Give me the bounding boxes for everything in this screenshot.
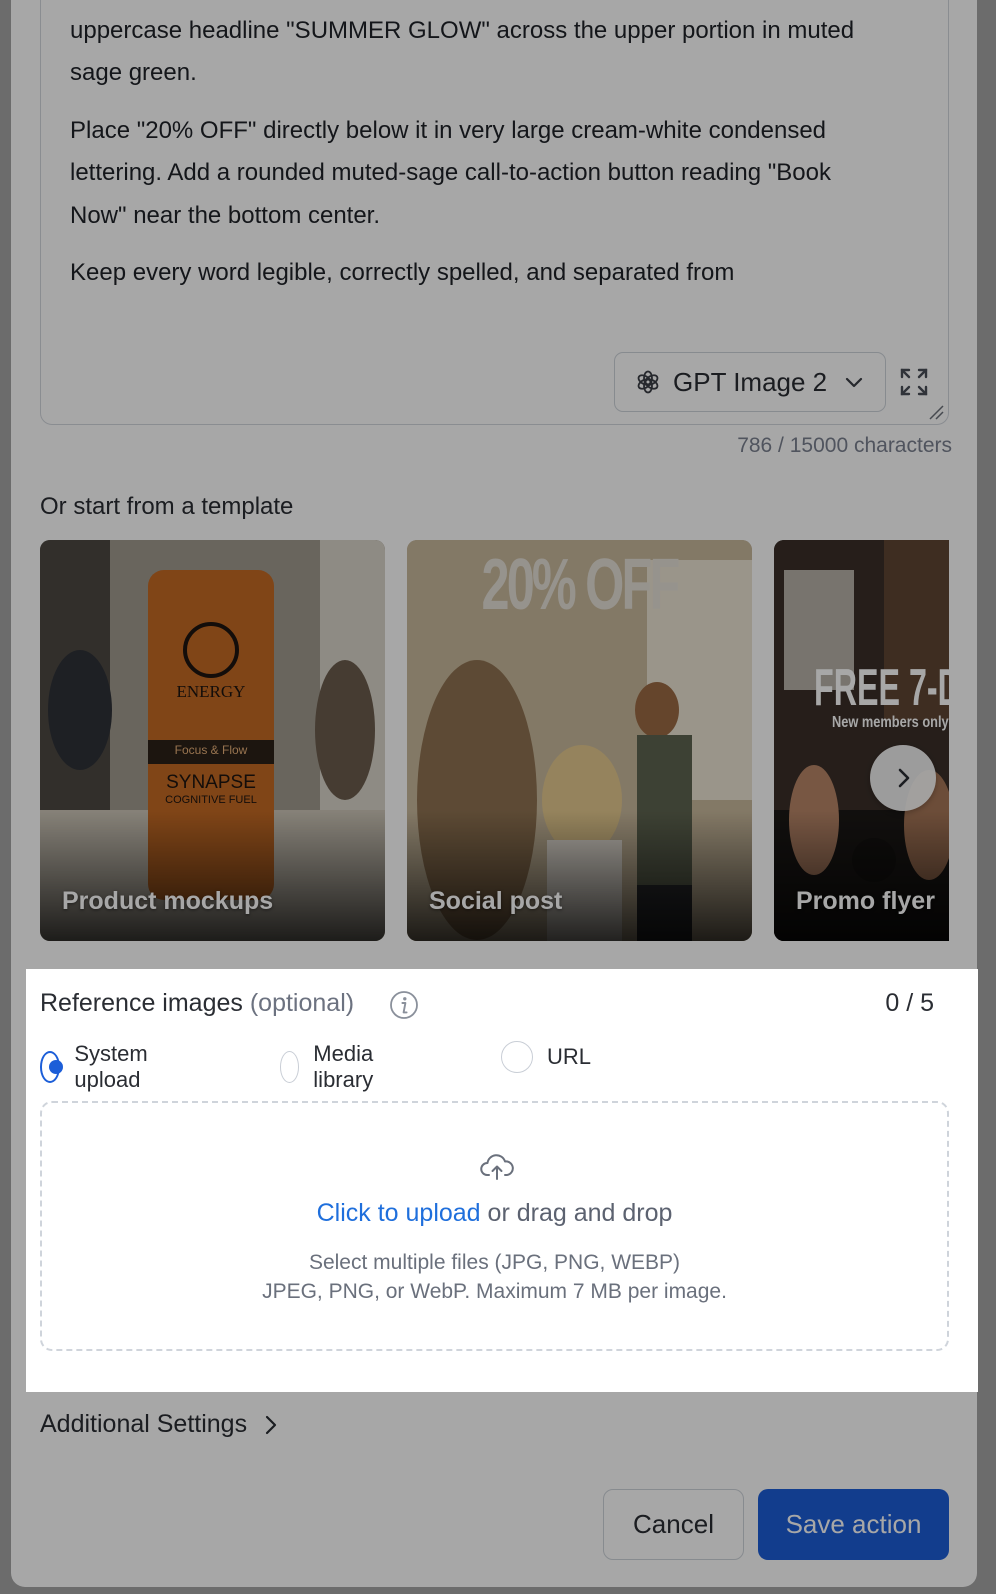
radio-url[interactable]: URL [501,1041,591,1073]
radio-circle [280,1051,300,1083]
prompt-textarea[interactable]: background to make the salon feel active… [40,0,949,425]
additional-settings-toggle[interactable]: Additional Settings [40,1410,281,1439]
can-subtitle-text: COGNITIVE FUEL [165,794,257,806]
template-card-caption: Social post [429,887,563,915]
chevron-right-icon [898,768,910,788]
promo-headline: FREE 7-DA [814,659,949,717]
can-tagline-text: Focus & Flow [174,743,248,757]
upload-hint-size: JPEG, PNG, or WebP. Maximum 7 MB per ima… [262,1280,727,1303]
radio-circle [501,1041,533,1073]
char-counter: 786 / 15000 characters [737,434,952,457]
template-card-social-post[interactable]: 20% OFF Social post [407,540,752,941]
chevron-down-icon [845,377,863,388]
upload-dropzone[interactable]: Click to upload or drag and drop Select … [40,1101,949,1351]
template-card-promo-flyer[interactable]: FREE 7-DA New members only Promo flyer [774,540,949,941]
radio-system-upload[interactable]: System upload [40,1041,159,1093]
prompt-paragraph: background to make the salon feel active… [70,0,855,86]
optional-label: (optional) [249,989,355,1017]
reference-images-title: Reference images (optional) [40,989,354,1018]
template-card-caption: Product mockups [62,887,274,915]
template-card-product-mockups[interactable]: ENERGY Focus & Flow SYNAPSE COGNITIVE FU… [40,540,385,941]
expand-icon[interactable] [899,367,929,397]
radio-circle [40,1051,64,1083]
promo-subhead: New members only [832,714,949,731]
reference-images-section: Reference images (optional) 0 / 5 System… [26,969,978,1392]
radio-label: URL [547,1044,592,1069]
prompt-paragraph: Place "20% OFF" directly below it in ver… [70,116,832,229]
prompt-text: background to make the salon feel active… [70,0,870,310]
can-product-text: SYNAPSE [166,772,256,793]
template-card-caption: Promo flyer [796,887,935,915]
upload-instructions-rest: or drag and drop [480,1199,673,1227]
carousel-next-button[interactable] [870,745,936,811]
model-select[interactable]: GPT Image 2 [614,352,886,412]
cancel-button[interactable]: Cancel [603,1489,744,1560]
additional-settings-label: Additional Settings [40,1410,248,1438]
radio-media-library[interactable]: Media library [280,1041,386,1093]
info-icon[interactable] [389,990,419,1020]
upload-instructions: Click to upload or drag and drop [42,1199,947,1228]
reference-count: 0 / 5 [885,989,934,1017]
social-post-headline: 20% OFF [481,545,680,625]
openai-icon [637,370,659,394]
template-section-title: Or start from a template [40,493,294,520]
model-select-label: GPT Image 2 [673,366,828,397]
chevron-right-icon [265,1415,277,1434]
card-shade [40,811,385,941]
resize-handle-icon[interactable] [928,404,944,420]
radio-label: Media library [313,1041,374,1092]
card-shade [407,811,752,941]
click-to-upload-link[interactable]: Click to upload [317,1199,481,1227]
reference-images-label: Reference images [40,989,243,1017]
radio-label: System upload [74,1041,148,1092]
cloud-upload-icon [480,1154,514,1180]
card-shade [774,811,949,941]
prompt-paragraph: Keep every word legible, correctly spell… [70,259,735,286]
save-action-button[interactable]: Save action [758,1489,949,1560]
can-brand-text: ENERGY [176,682,246,701]
template-carousel: ENERGY Focus & Flow SYNAPSE COGNITIVE FU… [40,540,949,942]
upload-hint-formats: Select multiple files (JPG, PNG, WEBP) [308,1251,681,1274]
